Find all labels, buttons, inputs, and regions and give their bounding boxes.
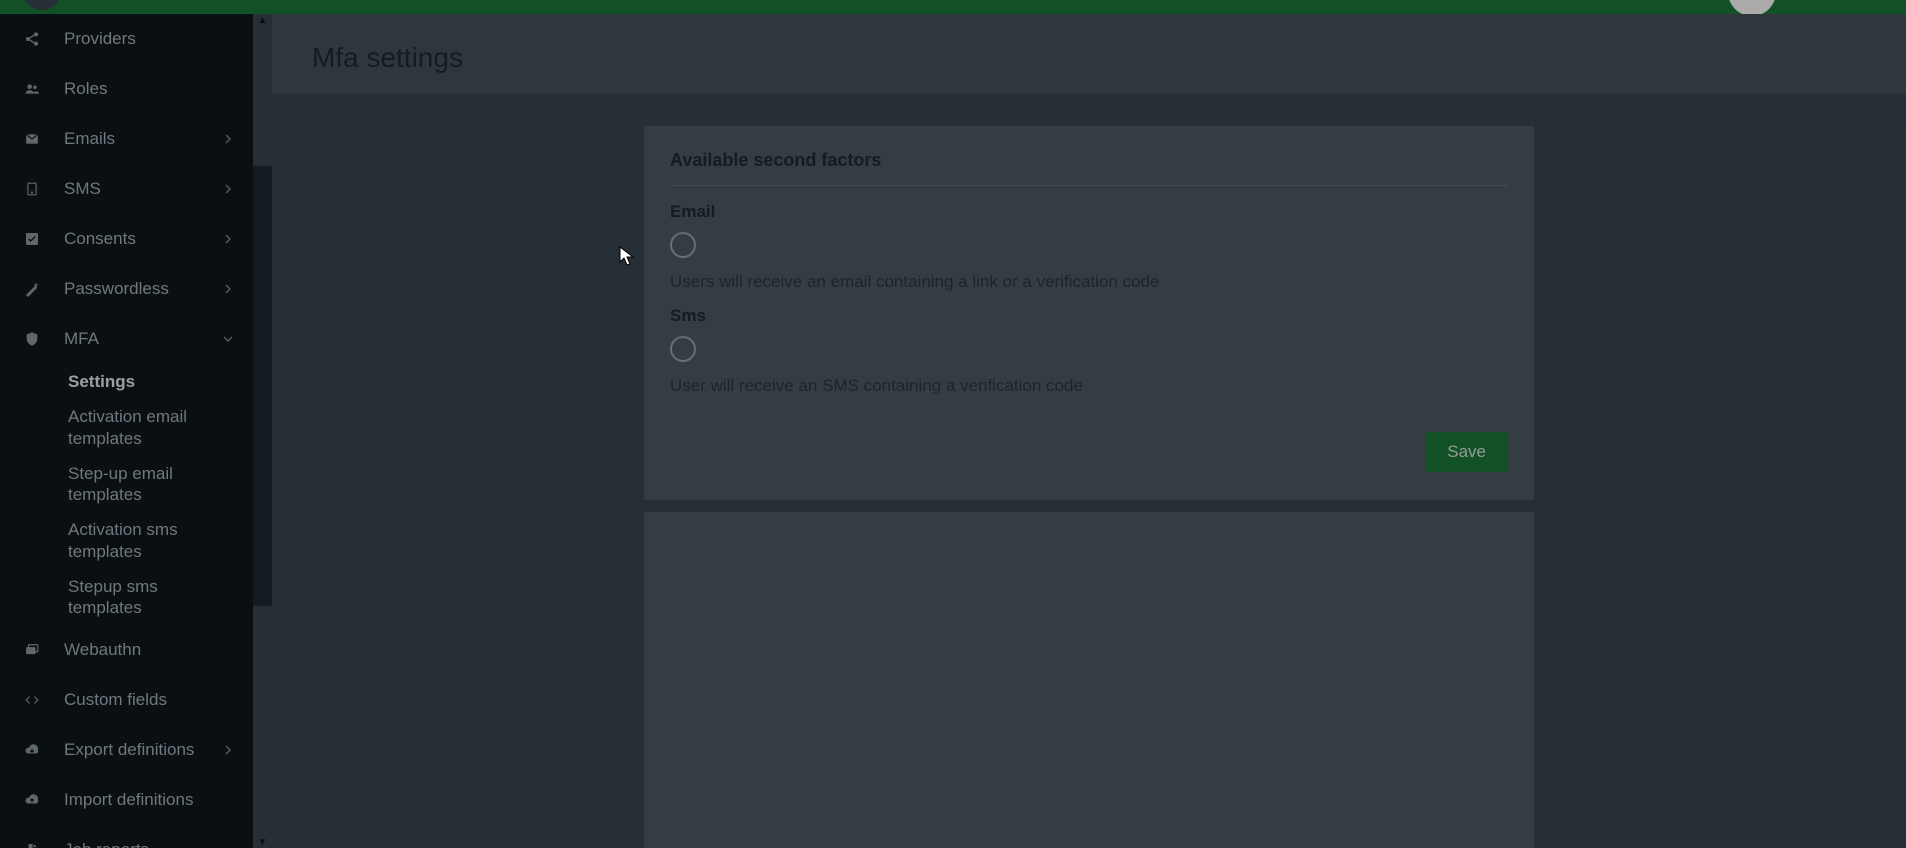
sidebar-item-label: SMS	[64, 179, 101, 199]
toggle-email[interactable]	[670, 232, 696, 258]
check-square-icon	[22, 229, 42, 249]
sidebar-sub-mfa: Settings Activation email templates Step…	[0, 364, 253, 625]
sidebar-item-label: Import definitions	[64, 790, 193, 810]
sidebar-item-custom-fields[interactable]: Custom fields	[0, 675, 253, 725]
sidebar-item-webauthn[interactable]: Webauthn	[0, 625, 253, 675]
code-icon	[22, 690, 42, 710]
file-icon	[22, 840, 42, 848]
chevron-right-icon	[221, 182, 235, 196]
cards-icon	[22, 640, 42, 660]
sidebar-item-job-reports[interactable]: Job reports	[0, 825, 253, 848]
factor-label: Email	[670, 202, 1508, 222]
chevron-right-icon	[221, 282, 235, 296]
scroll-down-button[interactable]: ▼	[253, 836, 272, 848]
sidebar-item-roles[interactable]: Roles	[0, 64, 253, 114]
sidebar-item-providers[interactable]: Providers	[0, 14, 253, 64]
sidebar-sub-activation-sms[interactable]: Activation sms templates	[0, 512, 253, 569]
sidebar-item-passwordless[interactable]: Passwordless	[0, 264, 253, 314]
envelope-icon	[22, 129, 42, 149]
mobile-icon	[22, 179, 42, 199]
factor-email: Email Users will receive an email contai…	[670, 202, 1508, 292]
sidebar-item-export-definitions[interactable]: Export definitions	[0, 725, 253, 775]
sidebar-item-import-definitions[interactable]: Import definitions	[0, 775, 253, 825]
sidebar: Providers Roles Emails SMS	[0, 14, 253, 848]
factor-sms: Sms User will receive an SMS containing …	[670, 306, 1508, 396]
sidebar-item-label: Roles	[64, 79, 107, 99]
chevron-right-icon	[221, 232, 235, 246]
shield-icon	[22, 329, 42, 349]
factor-label: Sms	[670, 306, 1508, 326]
sidebar-sub-stepup-email[interactable]: Step-up email templates	[0, 456, 253, 513]
sidebar-sub-stepup-sms[interactable]: Stepup sms templates	[0, 569, 253, 626]
sidebar-sub-settings[interactable]: Settings	[0, 364, 253, 399]
save-button[interactable]: Save	[1425, 432, 1508, 472]
card-title: Available second factors	[670, 150, 1508, 186]
factor-help: User will receive an SMS containing a ve…	[670, 376, 1508, 396]
card-second-factors: Available second factors Email Users wil…	[644, 126, 1534, 500]
card-actions: Save	[670, 432, 1508, 472]
card-empty	[644, 512, 1534, 848]
chevron-right-icon	[221, 132, 235, 146]
content-body: Available second factors Email Users wil…	[272, 94, 1906, 848]
sidebar-item-label: Webauthn	[64, 640, 141, 660]
chevron-down-icon	[221, 332, 235, 346]
sidebar-item-label: Passwordless	[64, 279, 169, 299]
scroll-up-button[interactable]: ▲	[253, 14, 272, 26]
sidebar-item-label: Custom fields	[64, 690, 167, 710]
sidebar-item-sms[interactable]: SMS	[0, 164, 253, 214]
page-header: Mfa settings	[272, 14, 1906, 94]
sidebar-sub-label: Step-up email templates	[68, 464, 173, 504]
magic-icon	[22, 279, 42, 299]
sidebar-item-label: Export definitions	[64, 740, 194, 760]
page-title: Mfa settings	[312, 42, 1866, 74]
sidebar-scrollbar-track[interactable]: ▲ ▼	[253, 14, 272, 848]
sidebar-sub-activation-email[interactable]: Activation email templates	[0, 399, 253, 456]
sidebar-item-label: Providers	[64, 29, 136, 49]
sidebar-scrollbar-thumb[interactable]	[253, 166, 272, 606]
sidebar-sub-label: Activation sms templates	[68, 520, 178, 560]
sidebar-item-emails[interactable]: Emails	[0, 114, 253, 164]
toggle-sms[interactable]	[670, 336, 696, 362]
cloud-upload-icon	[22, 790, 42, 810]
cloud-download-icon	[22, 740, 42, 760]
sidebar-sub-label: Settings	[68, 372, 135, 391]
chevron-right-icon	[221, 743, 235, 757]
sidebar-item-mfa[interactable]: MFA	[0, 314, 253, 364]
users-icon	[22, 79, 42, 99]
main-area: Mfa settings Available second factors Em…	[272, 14, 1906, 848]
share-icon	[22, 29, 42, 49]
sidebar-sub-label: Stepup sms templates	[68, 577, 158, 617]
sidebar-item-label: Job reports	[64, 840, 149, 848]
sidebar-item-label: Emails	[64, 129, 115, 149]
sidebar-item-label: MFA	[64, 329, 99, 349]
sidebar-item-label: Consents	[64, 229, 136, 249]
factor-help: Users will receive an email containing a…	[670, 272, 1508, 292]
sidebar-item-consents[interactable]: Consents	[0, 214, 253, 264]
top-bar	[0, 0, 1906, 14]
sidebar-sub-label: Activation email templates	[68, 407, 187, 447]
